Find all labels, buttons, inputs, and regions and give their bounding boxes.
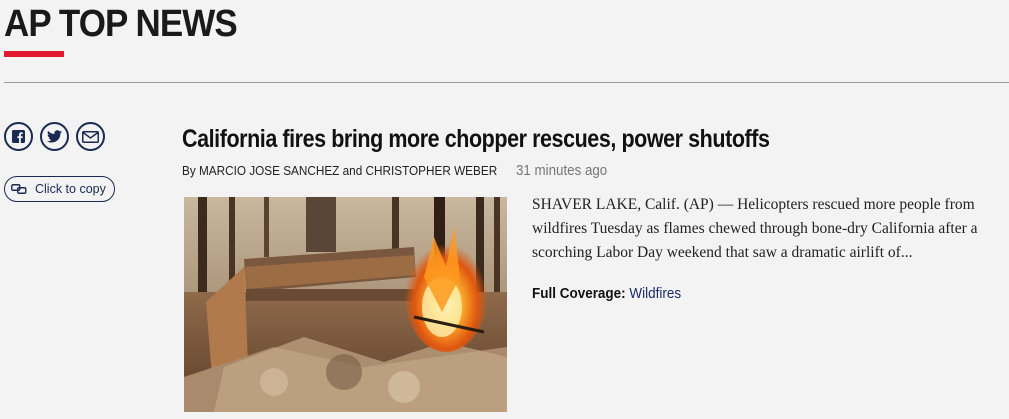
byline-prefix: By [182, 164, 196, 178]
article-byline: By MARCIO JOSE SANCHEZ and CHRISTOPHER W… [182, 164, 497, 178]
email-share-button[interactable] [76, 122, 105, 151]
link-icon [11, 184, 27, 194]
title-accent-bar [4, 51, 64, 57]
twitter-icon [47, 130, 62, 143]
copy-link-label: Click to copy [35, 182, 106, 196]
article-summary: SHAVER LAKE, Calif. (AP) — Helicopters r… [532, 196, 978, 261]
facebook-icon [12, 130, 25, 143]
wildfire-photo-illustration [184, 197, 507, 412]
byline-conjunction: and [342, 164, 363, 178]
full-coverage-link[interactable]: Wildfires [629, 286, 681, 302]
article-photo[interactable] [184, 197, 507, 412]
facebook-share-button[interactable] [4, 122, 33, 151]
section-title: AP TOP NEWS [4, 3, 238, 45]
full-coverage-label: Full Coverage: [532, 286, 626, 302]
byline-author: CHRISTOPHER WEBER [365, 164, 498, 178]
article-headline[interactable]: California fires bring more chopper resc… [182, 124, 770, 154]
email-icon [82, 130, 99, 143]
section-divider [4, 82, 1009, 83]
byline-author: MARCIO JOSE SANCHEZ [198, 164, 340, 178]
share-buttons [4, 122, 105, 151]
twitter-share-button[interactable] [40, 122, 69, 151]
full-coverage: Full Coverage: Wildfires [532, 286, 681, 302]
copy-link-button[interactable]: Click to copy [4, 176, 115, 202]
article-timestamp: 31 minutes ago [516, 163, 608, 179]
